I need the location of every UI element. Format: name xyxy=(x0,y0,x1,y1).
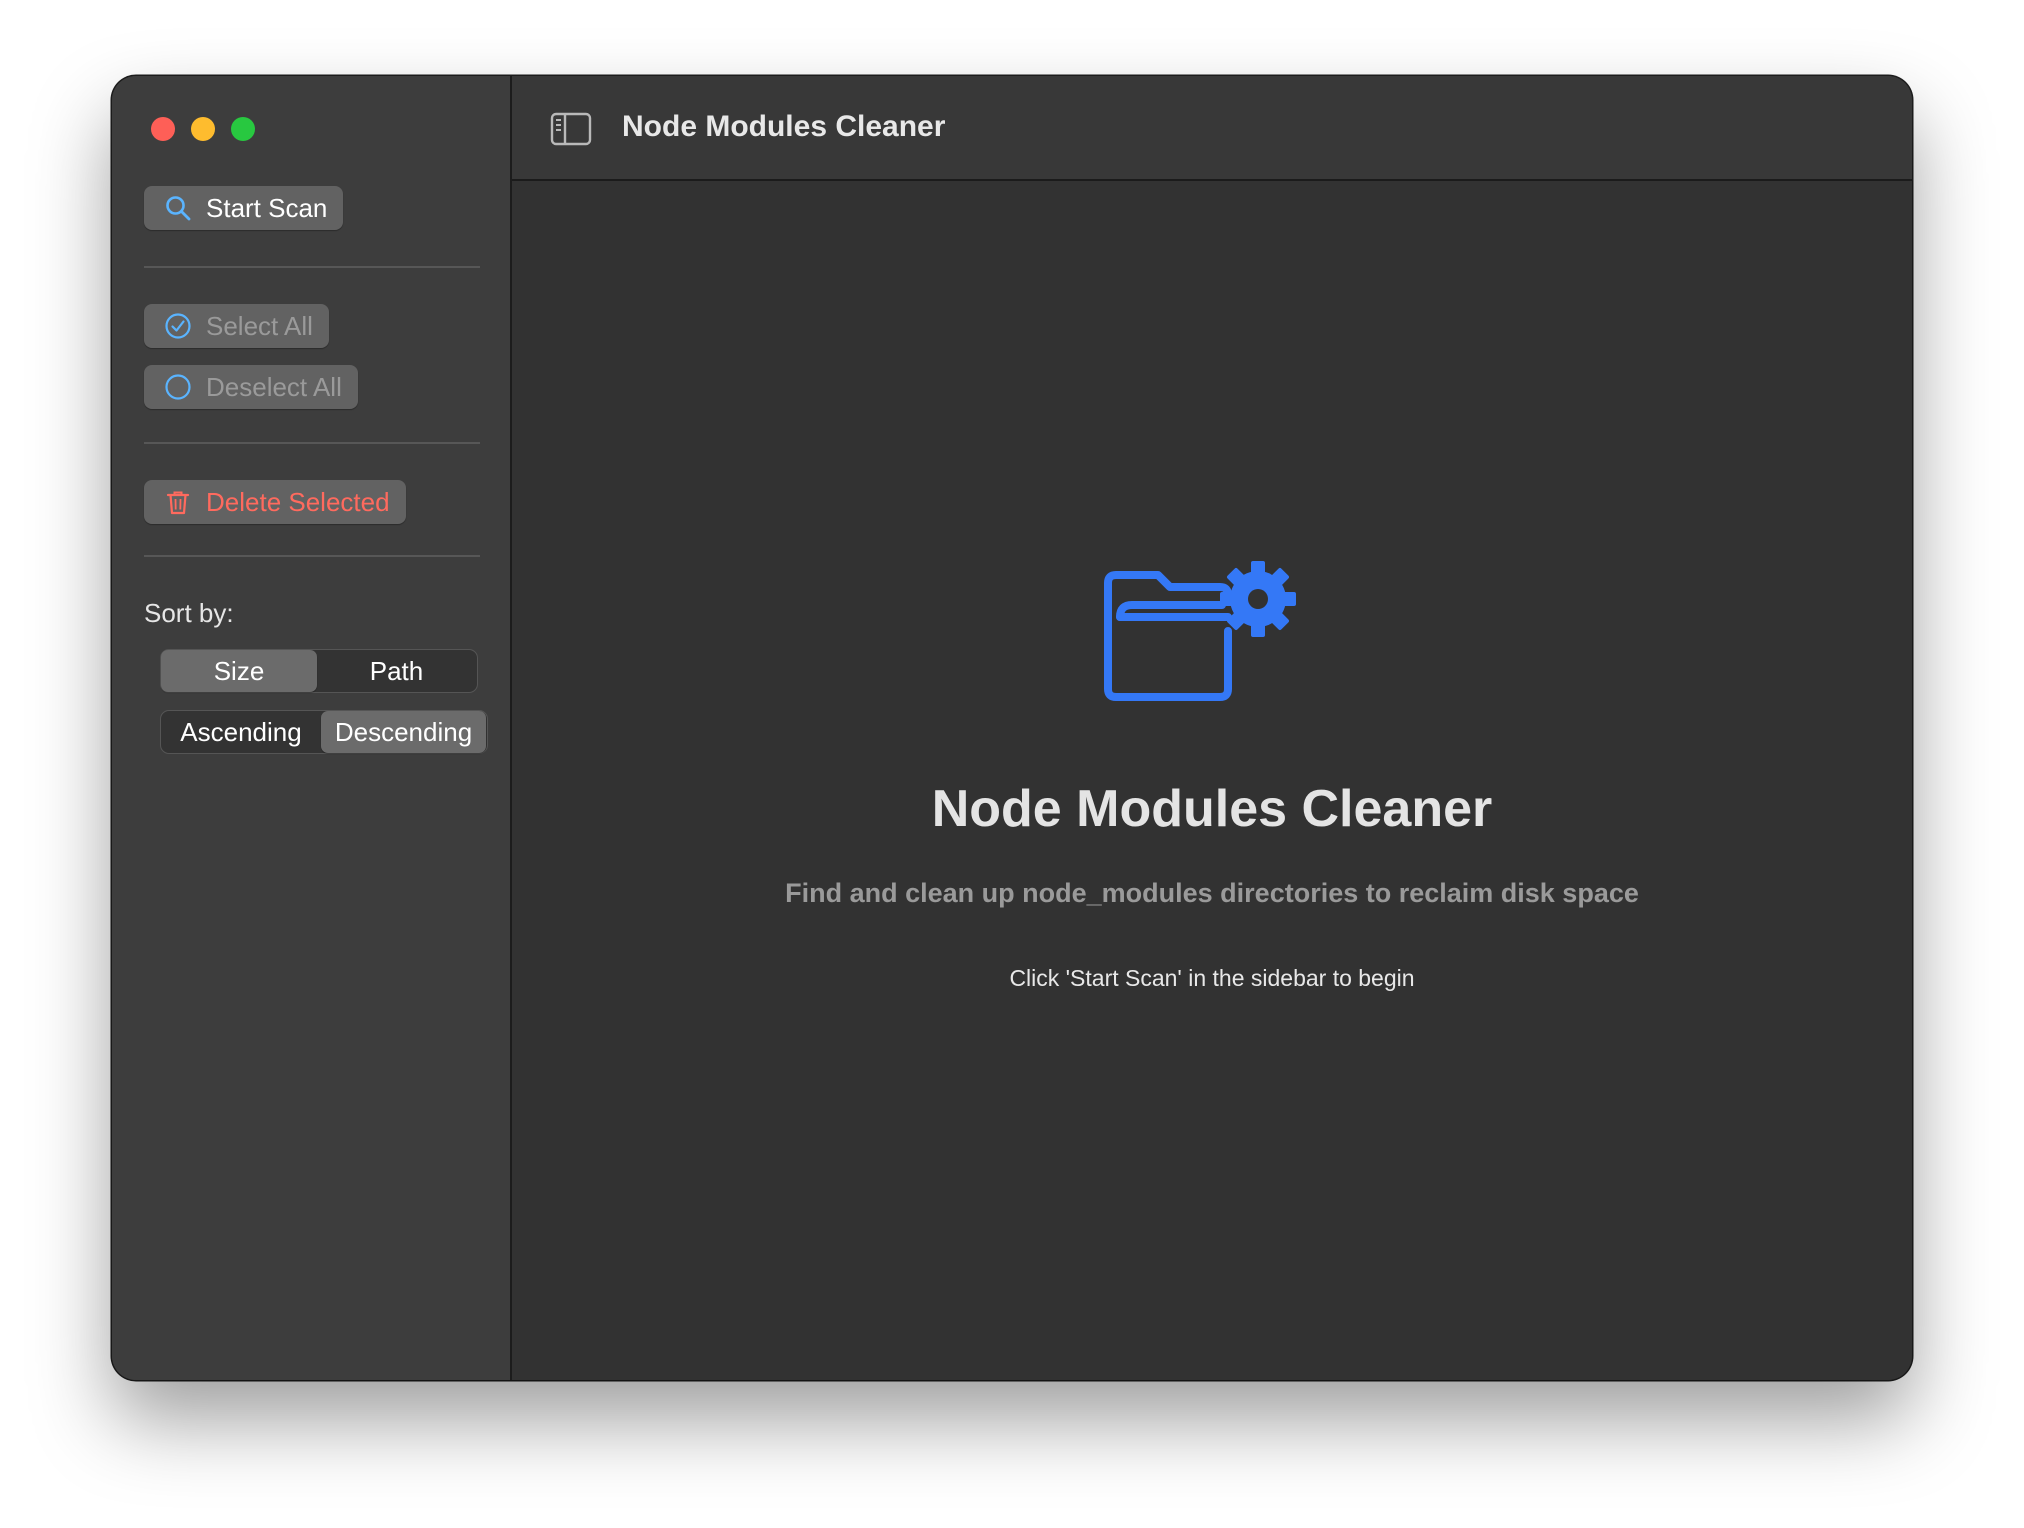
sidebar-divider xyxy=(144,266,480,268)
empty-state-title: Node Modules Cleaner xyxy=(931,780,1493,838)
sort-path-option[interactable]: Path xyxy=(317,650,476,692)
maximize-window-button[interactable] xyxy=(231,117,255,141)
checkmark-circle-icon xyxy=(164,312,192,340)
start-scan-label: Start Scan xyxy=(206,192,328,223)
delete-selected-label: Delete Selected xyxy=(206,486,390,517)
main-content: Node Modules Cleaner Find and clean up n… xyxy=(512,181,1912,1380)
sort-by-label: Sort by: xyxy=(144,598,234,628)
deselect-all-button[interactable]: Deselect All xyxy=(144,365,358,409)
select-all-button[interactable]: Select All xyxy=(144,304,329,348)
trash-icon xyxy=(164,488,192,516)
sidebar-divider xyxy=(144,442,480,444)
magnifier-icon xyxy=(164,194,192,222)
select-all-label: Select All xyxy=(206,310,313,341)
sort-descending-option[interactable]: Descending xyxy=(321,711,486,753)
close-window-button[interactable] xyxy=(151,117,175,141)
deselect-all-label: Deselect All xyxy=(206,371,342,402)
folder-gear-icon xyxy=(1102,561,1302,711)
sidebar: Start Scan Select All Deselect All Delet… xyxy=(112,76,512,1380)
empty-state-subtitle: Find and clean up node_modules directori… xyxy=(785,878,1639,908)
start-scan-button[interactable]: Start Scan xyxy=(144,186,344,230)
sidebar-toggle-icon[interactable] xyxy=(550,112,592,146)
toolbar: Node Modules Cleaner xyxy=(512,76,1912,181)
sidebar-divider xyxy=(144,555,480,557)
minimize-window-button[interactable] xyxy=(191,117,215,141)
window-title: Node Modules Cleaner xyxy=(622,110,946,143)
sort-order-control: Ascending Descending xyxy=(160,710,488,754)
app-window: Start Scan Select All Deselect All Delet… xyxy=(112,76,1912,1380)
delete-selected-button[interactable]: Delete Selected xyxy=(144,480,406,524)
sort-size-option[interactable]: Size xyxy=(161,650,317,692)
sort-ascending-option[interactable]: Ascending xyxy=(161,711,321,753)
circle-icon xyxy=(164,373,192,401)
empty-state-hint: Click 'Start Scan' in the sidebar to beg… xyxy=(1009,965,1415,991)
sort-field-control: Size Path xyxy=(160,649,478,693)
